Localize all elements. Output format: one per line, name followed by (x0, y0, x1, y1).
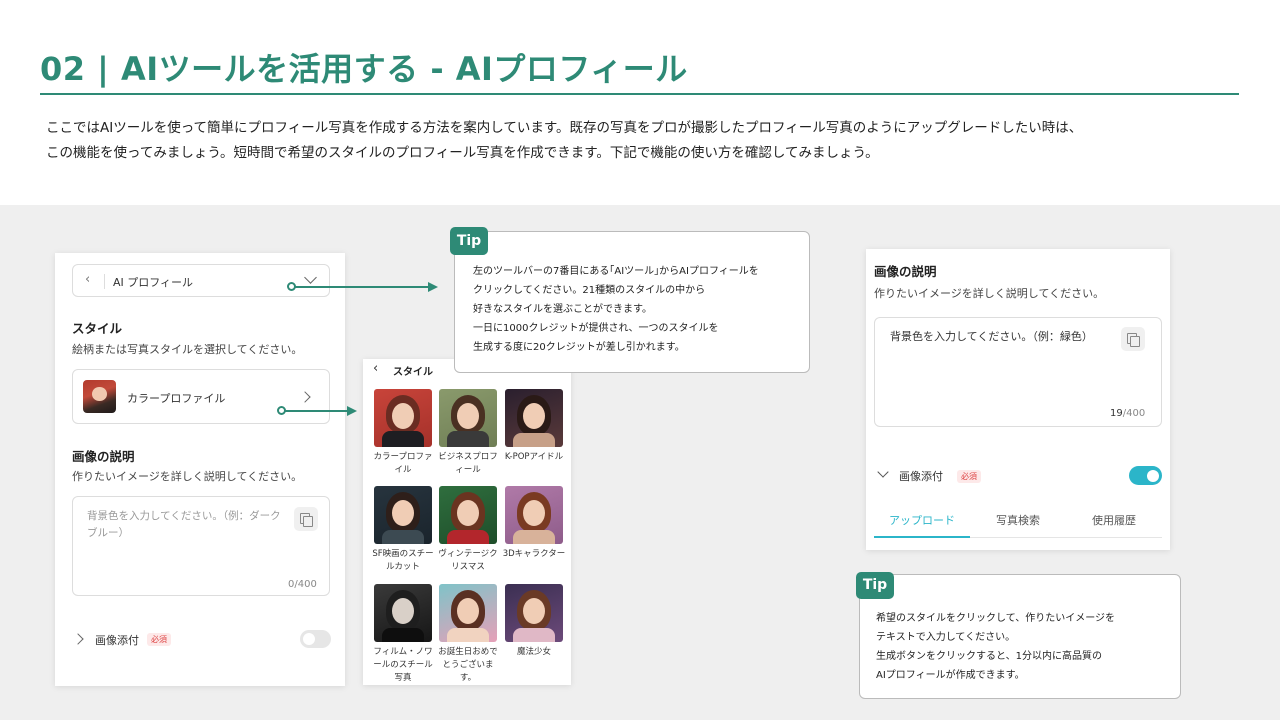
tip-2-text: 希望のスタイルをクリックして、作りたいイメージを テキストで入力してください。 … (876, 609, 1176, 685)
required-badge: 必須 (957, 470, 981, 483)
tip-line: AIプロフィールが作成できます。 (876, 670, 1025, 681)
arrow-head-icon (347, 406, 357, 416)
pointer-dot (287, 282, 296, 291)
textarea-value: 背景色を入力してください。（例：緑色） (890, 330, 1093, 343)
style-thumbnail (439, 486, 497, 544)
style-thumbnail (505, 486, 563, 544)
textarea-placeholder: 背景色を入力してください。（例：ダークブルー） (87, 510, 281, 539)
intro-line-2: この機能を使ってみましょう。短時間で希望のスタイルのプロフィール写真を作成できま… (46, 145, 879, 161)
pointer-dot (277, 406, 286, 415)
tip-line: クリックしてください。21種類のスタイルの中から (473, 285, 706, 296)
intro-line-1: ここではAIツールを使って簡単にプロフィール写真を作成する方法を案内しています。… (46, 120, 1083, 136)
tab-upload[interactable]: アップロード (874, 512, 970, 528)
page-title: 02 | AIツールを活用する - AIプロフィール (40, 50, 688, 88)
pointer-line (293, 286, 428, 288)
style-label: K-POPアイドル (504, 452, 564, 462)
attach-label: 画像添付 (95, 634, 139, 647)
active-tab-indicator (874, 536, 970, 538)
attach-label: 画像添付 (899, 470, 943, 483)
copy-icon[interactable] (1121, 327, 1145, 351)
style-label: 3Dキャラクター (502, 549, 566, 559)
description-textarea[interactable]: 背景色を入力してください。（例：ダークブルー） 0/400 (72, 496, 330, 596)
style-thumbnail (505, 584, 563, 642)
style-label: カラープロファイル (373, 452, 433, 475)
style-subtitle: 絵柄または写真スタイルを選択してください。 (72, 343, 303, 356)
selected-style-thumbnail (83, 380, 116, 413)
description-title: 画像の説明 (874, 264, 937, 279)
copy-icon[interactable] (294, 507, 318, 531)
style-grid-header: スタイル (393, 367, 433, 378)
tip-line: 好きなスタイルを選ぶことができます。 (473, 304, 652, 315)
dropdown-label: AI プロフィール (113, 276, 194, 289)
dropdown-separator (104, 274, 105, 289)
selected-style-label: カラープロファイル (127, 392, 226, 405)
attach-toggle[interactable] (300, 630, 331, 648)
attach-toggle[interactable] (1129, 466, 1162, 485)
style-label: ビジネスプロフィール (438, 452, 498, 475)
tip-line: 左のツールバーの7番目にある｢AIツール｣からAIプロフィールを (473, 266, 759, 277)
tool-dropdown[interactable]: ‹ AI プロフィール (72, 264, 330, 297)
intro-text: ここではAIツールを使って簡単にプロフィール写真を作成する方法を案内しています。… (46, 116, 1236, 166)
char-counter: 0/400 (288, 579, 317, 590)
tip-line: 一日に1000クレジットが提供され、一つのスタイルを (473, 323, 719, 334)
style-thumbnail (505, 389, 563, 447)
tip-line: テキストで入力してください。 (876, 632, 1016, 643)
tip-box-1: 左のツールバーの7番目にある｢AIツール｣からAIプロフィールを クリックしてく… (454, 231, 810, 373)
tip-line: 希望のスタイルをクリックして、作りたいイメージを (876, 613, 1115, 624)
style-label: 魔法少女 (516, 647, 551, 657)
toggle-knob (303, 633, 315, 645)
style-label: ヴィンテージクリスマス (438, 549, 498, 572)
style-thumbnail (374, 486, 432, 544)
style-thumbnail (374, 584, 432, 642)
back-icon[interactable]: ‹ (85, 272, 90, 287)
tab-photo-search[interactable]: 写真検索 (970, 512, 1066, 528)
back-icon[interactable]: ‹ (373, 361, 378, 376)
description-subtitle: 作りたいイメージを詳しく説明してください。 (874, 287, 1105, 300)
style-thumbnail (439, 389, 497, 447)
style-title: スタイル (72, 321, 123, 336)
tip-1-text: 左のツールバーの7番目にある｢AIツール｣からAIプロフィールを クリックしてく… (473, 262, 803, 357)
tab-history[interactable]: 使用履歴 (1066, 512, 1162, 528)
chevron-right-icon[interactable] (299, 391, 311, 403)
chevron-down-icon[interactable] (304, 271, 317, 284)
char-count-max: /400 (1122, 408, 1146, 419)
tip-tag-1: Tip (450, 227, 488, 255)
style-label: SF映画のスチールカット (372, 549, 434, 572)
toggle-knob (1147, 469, 1159, 482)
char-count-current: 19 (1110, 408, 1123, 419)
pointer-line (285, 410, 347, 412)
tip-line: 生成ボタンをクリックすると、1分以内に高品質の (876, 651, 1102, 662)
char-counter: 19/400 (1110, 408, 1145, 419)
description-subtitle: 作りたいイメージを詳しく説明してください。 (72, 470, 303, 483)
arrow-head-icon (428, 282, 438, 292)
style-label: お誕生日おめでとうございます。 (438, 647, 498, 683)
style-thumbnail (439, 584, 497, 642)
style-thumbnail (374, 389, 432, 447)
tip-box-2: 希望のスタイルをクリックして、作りたいイメージを テキストで入力してください。 … (859, 574, 1181, 699)
tip-tag-2: Tip (856, 572, 894, 599)
description-textarea[interactable]: 背景色を入力してください。（例：緑色） 19/400 (874, 317, 1162, 427)
required-badge: 必須 (147, 633, 171, 646)
tip-line: 生成する度に20クレジットが差し引かれます。 (473, 342, 685, 353)
style-label: フィルム・ノワールのスチール写真 (373, 647, 433, 683)
description-title: 画像の説明 (72, 449, 135, 464)
style-selector[interactable]: カラープロファイル (72, 369, 330, 424)
title-divider (40, 93, 1239, 95)
